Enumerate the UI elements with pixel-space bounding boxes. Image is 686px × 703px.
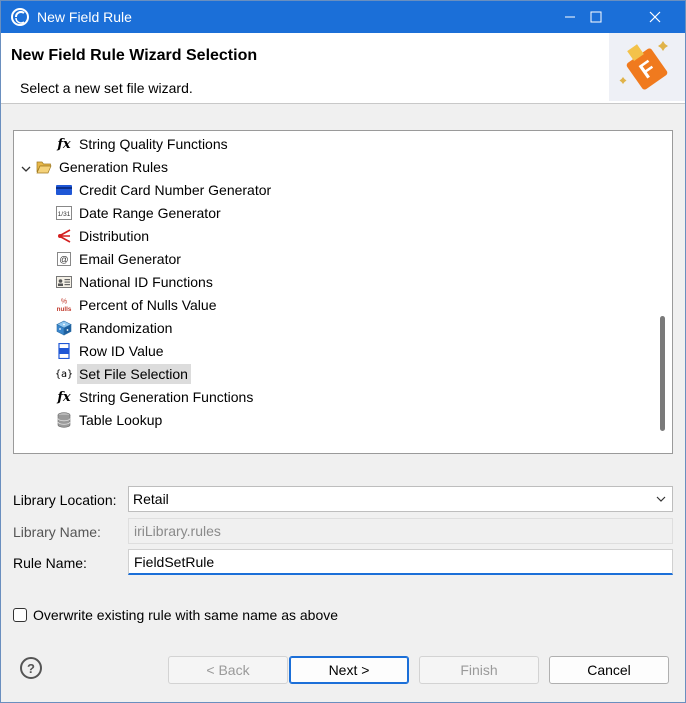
tree-item-percent-of-nulls-value[interactable]: % nulls Percent of Nulls Value [56, 294, 219, 316]
overwrite-option[interactable]: Overwrite existing rule with same name a… [13, 607, 338, 623]
maximize-icon [590, 11, 602, 23]
field-rule-wizard-icon: F [619, 41, 668, 90]
title-bar[interactable]: New Field Rule [1, 1, 685, 33]
tree-item-label: Table Lookup [79, 412, 163, 428]
tree-item-label: Email Generator [79, 251, 181, 267]
library-name-label: Library Name: [13, 524, 101, 540]
tree-item-distribution[interactable]: Distribution [56, 225, 152, 247]
percent-nulls-icon: % nulls [56, 297, 72, 314]
overwrite-checkbox[interactable] [13, 608, 27, 622]
dice-icon [56, 320, 72, 336]
wizard-subtitle: Select a new set file wizard. [20, 80, 193, 96]
help-icon: ? [27, 660, 35, 676]
tree-item-national-id-functions[interactable]: National ID Functions [56, 271, 216, 293]
back-button[interactable]: < Back [168, 656, 288, 684]
rule-name-label: Rule Name: [13, 555, 87, 571]
tree-item-row-id-value[interactable]: Row ID Value [56, 340, 167, 362]
tree-item-generation-rules[interactable]: Generation Rules [36, 156, 171, 178]
database-icon [56, 412, 72, 428]
chevron-down-icon[interactable] [21, 164, 31, 174]
wizard-tree[interactable]: fx String Quality Functions Generation R… [13, 130, 673, 454]
library-name-field-wrap [128, 518, 673, 544]
rule-name-field-wrap[interactable] [128, 549, 673, 575]
tree-item-label: Randomization [79, 320, 173, 336]
svg-text:nulls: nulls [57, 306, 72, 313]
tree-item-credit-card-number-generator[interactable]: Credit Card Number Generator [56, 179, 274, 201]
tree-item-string-generation-functions[interactable]: fx String Generation Functions [56, 386, 256, 408]
email-icon: @ [56, 251, 72, 267]
id-card-icon [56, 274, 72, 290]
window-title: New Field Rule [37, 9, 132, 25]
svg-text:@: @ [59, 255, 68, 265]
close-icon [649, 11, 661, 23]
library-location-select[interactable]: Retail [128, 486, 673, 512]
tree-item-label: Set File Selection [77, 364, 191, 384]
tree-scrollbar[interactable] [654, 131, 672, 453]
cancel-button[interactable]: Cancel [549, 656, 669, 684]
tree-item-string-quality-functions[interactable]: fx String Quality Functions [56, 133, 231, 155]
library-location-label: Library Location: [13, 492, 117, 508]
close-button[interactable] [632, 1, 678, 33]
calendar-icon: 1/31 [56, 205, 72, 221]
wizard-title: New Field Rule Wizard Selection [11, 47, 258, 64]
tree-item-label: Distribution [79, 228, 150, 244]
folder-open-icon [36, 159, 52, 175]
dialog-window: New Field Rule New Field Rule Wizard Sel… [0, 0, 686, 703]
tree-item-label: Generation Rules [59, 159, 168, 175]
help-button[interactable]: ? [20, 657, 42, 679]
tree-item-label: Row ID Value [79, 343, 164, 359]
tree-item-table-lookup[interactable]: Table Lookup [56, 409, 165, 431]
tree-item-label: Credit Card Number Generator [79, 182, 272, 198]
tree-item-set-file-selection[interactable]: {a} Set File Selection [54, 363, 191, 385]
tree-item-label: National ID Functions [79, 274, 213, 290]
eclipse-app-icon [11, 8, 29, 26]
svg-text:1/31: 1/31 [58, 211, 71, 218]
tree-item-label: String Quality Functions [79, 136, 228, 152]
tree-scrollbar-thumb[interactable] [660, 316, 665, 431]
tree-item-randomization[interactable]: Randomization [56, 317, 175, 339]
fx-icon: fx [57, 389, 71, 405]
row-id-icon [56, 343, 72, 359]
distribution-icon [56, 228, 72, 244]
maximize-button[interactable] [573, 1, 619, 33]
chevron-down-icon [656, 496, 666, 502]
library-location-value: Retail [133, 491, 169, 507]
wizard-header: New Field Rule Wizard Selection Select a… [1, 33, 685, 104]
tree-item-label: String Generation Functions [79, 389, 254, 405]
fx-icon: fx [57, 136, 71, 152]
set-file-icon: {a} [54, 368, 74, 380]
library-name-field [129, 519, 672, 543]
tree-item-label: Percent of Nulls Value [79, 297, 217, 313]
rule-name-field[interactable] [129, 550, 672, 573]
tree-item-label: Date Range Generator [79, 205, 221, 221]
overwrite-checkbox-label[interactable]: Overwrite existing rule with same name a… [33, 607, 338, 623]
wizard-banner: F [609, 33, 685, 101]
credit-card-icon [56, 182, 72, 198]
svg-text:%: % [61, 299, 67, 306]
tree-item-date-range-generator[interactable]: 1/31 Date Range Generator [56, 202, 224, 224]
finish-button[interactable]: Finish [419, 656, 539, 684]
tree-item-email-generator[interactable]: @ Email Generator [56, 248, 184, 270]
next-button[interactable]: Next > [289, 656, 409, 684]
